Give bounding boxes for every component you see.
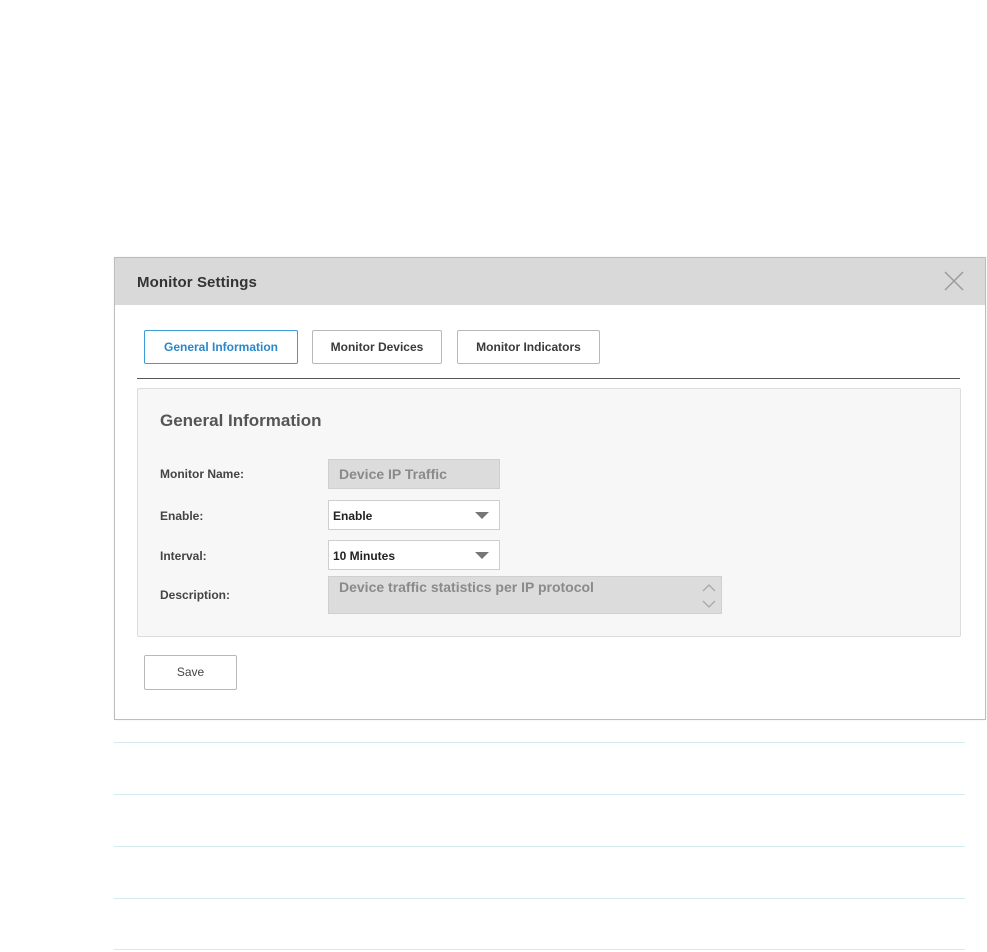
dialog-header: Monitor Settings <box>115 258 985 305</box>
tab-divider <box>137 378 960 379</box>
tab-monitor-indicators[interactable]: Monitor Indicators <box>457 330 600 364</box>
description-text: Device traffic statistics per IP protoco… <box>339 579 594 595</box>
textarea-scrollbar[interactable] <box>701 580 717 612</box>
save-button[interactable]: Save <box>144 655 237 690</box>
list-separator <box>114 846 965 847</box>
monitor-name-label: Monitor Name: <box>160 467 244 481</box>
list-separator <box>114 742 965 743</box>
list-separator <box>114 794 965 795</box>
description-label: Description: <box>160 588 231 602</box>
monitor-name-field[interactable]: Device IP Traffic <box>328 459 500 489</box>
general-information-panel: General Information Monitor Name: Device… <box>137 388 961 637</box>
chevron-down-icon <box>475 552 489 559</box>
interval-label: Interval: <box>160 549 207 563</box>
description-field[interactable]: Device traffic statistics per IP protoco… <box>328 576 722 614</box>
tab-monitor-devices[interactable]: Monitor Devices <box>312 330 442 364</box>
monitor-settings-dialog: Monitor Settings General Information Mon… <box>114 257 986 720</box>
list-separator <box>114 949 965 950</box>
page: Monitor Settings General Information Mon… <box>0 0 987 952</box>
dialog-title: Monitor Settings <box>137 274 257 291</box>
list-separator <box>114 898 965 899</box>
panel-title: General Information <box>160 411 322 430</box>
enable-label: Enable: <box>160 509 204 523</box>
tab-general-information[interactable]: General Information <box>144 330 298 364</box>
enable-select-value: Enable <box>333 509 373 523</box>
close-icon[interactable] <box>943 270 965 292</box>
interval-select[interactable]: 10 Minutes <box>328 540 500 570</box>
enable-select[interactable]: Enable <box>328 500 500 530</box>
chevron-down-icon <box>475 512 489 519</box>
interval-select-value: 10 Minutes <box>333 549 396 563</box>
